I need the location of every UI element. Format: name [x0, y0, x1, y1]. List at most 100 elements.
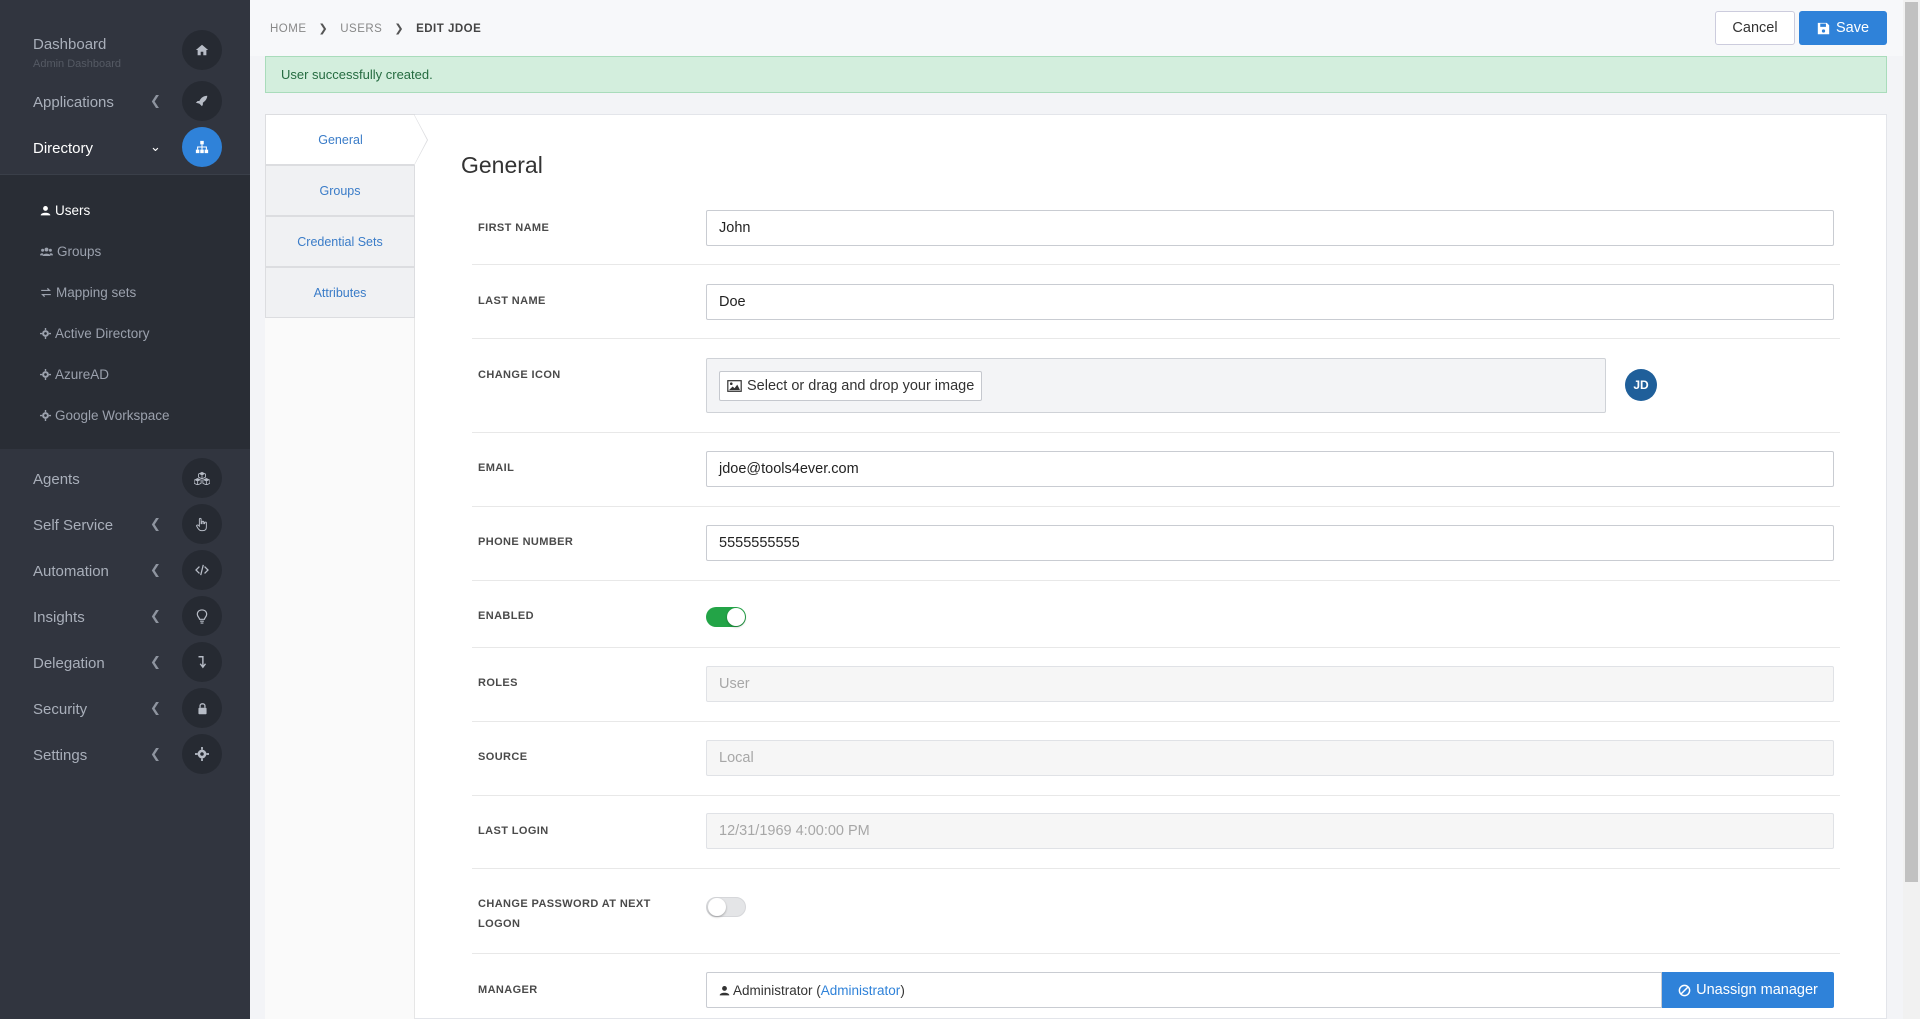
manager-name: Administrator [733, 982, 813, 998]
source-label: SOURCE [478, 751, 528, 763]
nav-settings[interactable]: Settings ❮ [0, 732, 250, 778]
nav-settings-label: Settings [33, 746, 88, 764]
row-divider [472, 506, 1840, 507]
nav-insights[interactable]: Insights ❮ [0, 594, 250, 640]
toggle-knob [708, 898, 726, 916]
last-name-input[interactable]: Doe [706, 284, 1834, 320]
nav-dashboard[interactable]: Dashboard Admin Dashboard [0, 28, 250, 74]
chevron-left-icon: ❮ [150, 608, 161, 623]
row-divider [472, 432, 1840, 433]
nav-agents[interactable]: Agents [0, 456, 250, 502]
change-password-label-line2: LOGON [478, 918, 521, 930]
nav-automation-label: Automation [33, 562, 109, 580]
nav-automation[interactable]: Automation ❮ [0, 548, 250, 594]
save-button[interactable]: Save [1799, 11, 1887, 45]
nav-delegation-label: Delegation [33, 654, 105, 672]
row-divider [472, 953, 1840, 954]
enabled-toggle[interactable] [706, 607, 746, 627]
change-password-toggle[interactable] [706, 897, 746, 917]
change-password-label-line1: CHANGE PASSWORD AT NEXT [478, 898, 651, 910]
row-divider [472, 647, 1840, 648]
nav-insights-label: Insights [33, 608, 85, 626]
select-image-label: Select or drag and drop your image [747, 378, 975, 394]
nav-directory[interactable]: Directory ⌄ [0, 125, 250, 171]
sidebar-item-google-workspace[interactable]: Google Workspace [40, 403, 170, 427]
sidebar-item-active-directory-label: Active Directory [55, 325, 150, 341]
cubes-icon [182, 458, 222, 498]
first-name-label: FIRST NAME [478, 222, 550, 234]
icon-dropzone[interactable]: Select or drag and drop your image [706, 358, 1606, 413]
manager-paren-open: ( [812, 982, 821, 998]
topbar [250, 0, 1920, 56]
phone-input[interactable]: 5555555555 [706, 525, 1834, 561]
row-divider [472, 795, 1840, 796]
scrollbar-thumb[interactable] [1905, 2, 1918, 882]
avatar: JD [1625, 369, 1657, 401]
cog-icon [40, 327, 51, 339]
phone-label: PHONE NUMBER [478, 536, 574, 548]
breadcrumb-current: EDIT JDOE [416, 22, 482, 35]
ban-icon [1678, 984, 1691, 996]
toggle-knob [727, 608, 745, 626]
sidebar-item-users-label: Users [55, 202, 91, 218]
sidebar-item-users[interactable]: Users [40, 198, 90, 222]
enabled-label: ENABLED [478, 610, 534, 622]
roles-label: ROLES [478, 677, 518, 689]
sidebar: Dashboard Admin Dashboard Applications ❮… [0, 0, 250, 1019]
sidebar-item-groups[interactable]: Groups [40, 239, 101, 263]
cancel-button[interactable]: Cancel [1715, 11, 1795, 45]
last-login-field: 12/31/1969 4:00:00 PM [706, 813, 1834, 849]
select-image-button[interactable]: Select or drag and drop your image [719, 371, 983, 401]
success-alert-message: User successfully created. [281, 67, 433, 82]
email-label: EMAIL [478, 462, 515, 474]
first-name-input[interactable]: John [706, 210, 1834, 246]
sidebar-item-azuread[interactable]: AzureAD [40, 362, 109, 386]
cog-icon [40, 409, 51, 421]
nav-applications[interactable]: Applications ❮ [0, 79, 250, 125]
sidebar-item-groups-label: Groups [57, 243, 102, 259]
chevron-left-icon: ❮ [150, 654, 161, 669]
chevron-right-icon: ❯ [394, 23, 405, 35]
nav-dashboard-label: Dashboard [33, 36, 107, 53]
cog-icon [40, 368, 51, 380]
gear-icon [182, 734, 222, 774]
chevron-left-icon: ❮ [150, 746, 161, 761]
chevron-left-icon: ❮ [150, 562, 161, 577]
nav-delegation[interactable]: Delegation ❮ [0, 640, 250, 686]
save-button-label: Save [1835, 20, 1870, 36]
sidebar-item-google-workspace-label: Google Workspace [55, 407, 170, 423]
nav-dashboard-sublabel: Admin Dashboard [33, 58, 122, 70]
source-field: Local [706, 740, 1834, 776]
nav-self-service[interactable]: Self Service ❮ [0, 502, 250, 548]
sidebar-item-mapping-sets[interactable]: Mapping sets [40, 280, 136, 304]
lock-icon [182, 688, 222, 728]
code-icon [182, 550, 222, 590]
manager-field: Administrator (Administrator) [706, 972, 1662, 1008]
sidebar-item-active-directory[interactable]: Active Directory [40, 321, 150, 345]
unassign-manager-button[interactable]: Unassign manager [1662, 972, 1834, 1008]
tab-attributes[interactable]: Attributes [265, 267, 415, 318]
row-divider [472, 721, 1840, 722]
lightbulb-icon [182, 596, 222, 636]
manager-link[interactable]: Administrator [821, 983, 901, 998]
nav-self-service-label: Self Service [33, 516, 114, 534]
edit-panel [265, 114, 1887, 1019]
home-icon [182, 30, 222, 70]
manager-paren-close: ) [900, 982, 905, 998]
breadcrumb-home[interactable]: HOME [270, 23, 307, 35]
chevron-left-icon: ❮ [150, 700, 161, 715]
tab-general[interactable]: General [265, 114, 415, 165]
row-divider [472, 338, 1840, 339]
row-divider [472, 264, 1840, 265]
email-input[interactable]: jdoe@tools4ever.com [706, 451, 1834, 487]
tab-groups[interactable]: Groups [265, 165, 415, 216]
tab-credential-sets[interactable]: Credential Sets [265, 216, 415, 267]
nav-security[interactable]: Security ❮ [0, 686, 250, 732]
chevron-left-icon: ❮ [150, 516, 161, 531]
breadcrumb-users[interactable]: USERS [340, 23, 382, 35]
unassign-manager-label: Unassign manager [1696, 982, 1818, 998]
image-icon [727, 380, 742, 392]
rocket-icon [182, 81, 222, 121]
user-icon [40, 205, 51, 215]
level-down-icon [182, 642, 222, 682]
